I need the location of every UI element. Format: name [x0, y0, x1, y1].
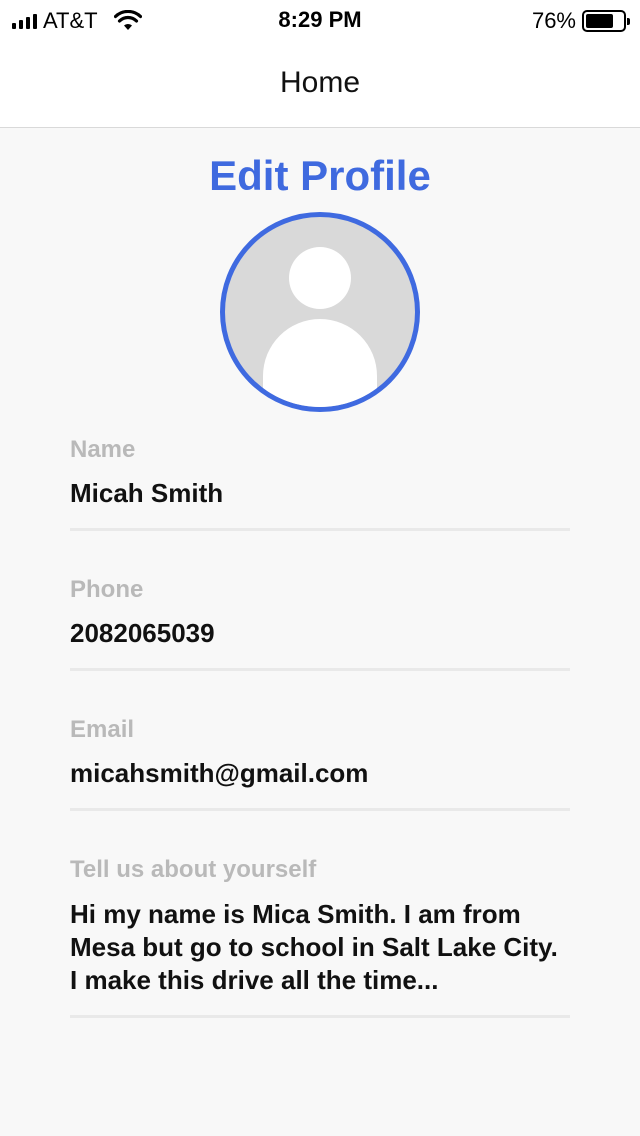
nav-title: Home — [279, 66, 361, 99]
person-icon-head — [289, 247, 351, 309]
email-label: Email — [70, 716, 135, 743]
status-bar: AT&T 8:29 PM 76% — [0, 0, 640, 40]
bio-field[interactable]: Tell us about yourself Hi my name is Mic… — [70, 856, 570, 1018]
phone-input[interactable]: 2082065039 — [70, 618, 570, 649]
bio-label: Tell us about yourself — [70, 856, 317, 883]
email-divider — [70, 808, 570, 811]
name-field[interactable]: Name Micah Smith — [70, 436, 570, 531]
battery-percent: 76% — [531, 8, 576, 33]
battery-fill — [586, 14, 614, 28]
email-field[interactable]: Email micahsmith@gmail.com — [70, 716, 570, 811]
bio-textarea[interactable]: Hi my name is Mica Smith. I am from Mesa… — [70, 898, 570, 997]
phone-divider — [70, 668, 570, 671]
phone-field[interactable]: Phone 2082065039 — [70, 576, 570, 671]
phone-label: Phone — [70, 576, 144, 603]
name-input[interactable]: Micah Smith — [70, 478, 570, 509]
person-icon-body — [263, 319, 377, 407]
status-right: 76% — [531, 8, 630, 34]
navigation-bar: Home — [0, 40, 640, 128]
name-label: Name — [70, 436, 136, 463]
email-input[interactable]: micahsmith@gmail.com — [70, 758, 570, 789]
page-title: Edit Profile — [209, 152, 431, 199]
bio-divider — [70, 1015, 570, 1018]
avatar[interactable] — [220, 212, 420, 412]
name-divider — [70, 528, 570, 531]
battery-icon — [582, 10, 630, 32]
